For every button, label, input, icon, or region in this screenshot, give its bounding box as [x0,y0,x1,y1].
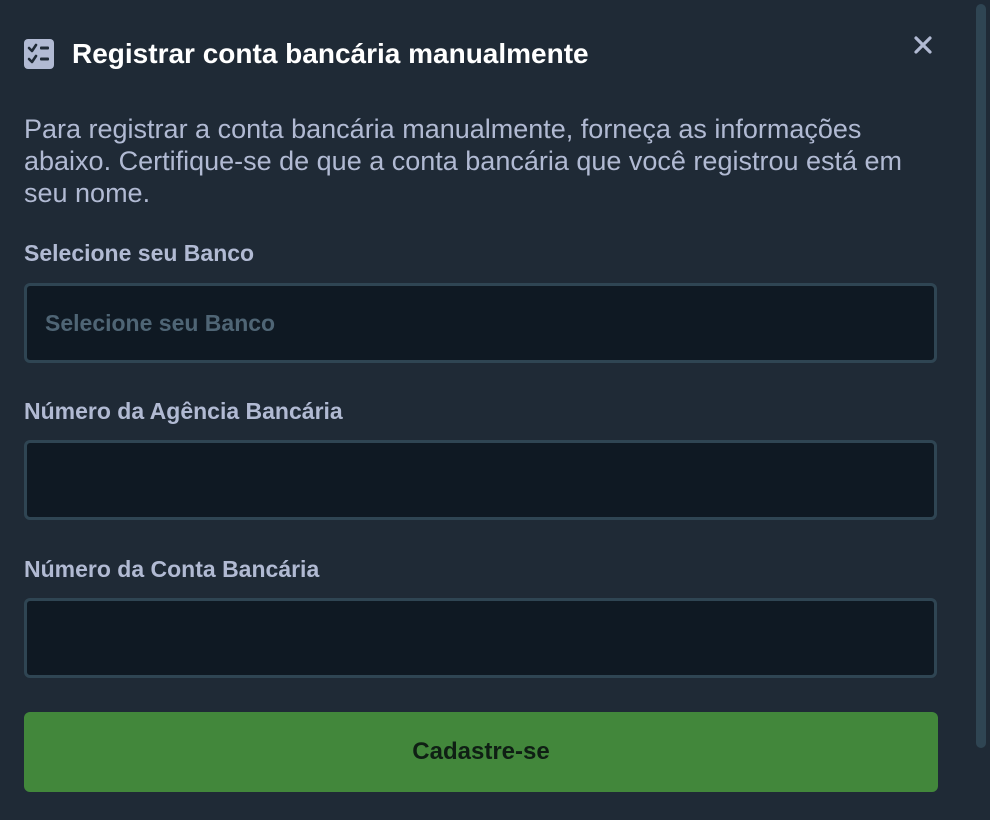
register-button-label: Cadastre-se [412,738,550,765]
checklist-icon [24,39,54,69]
modal-header: Registrar conta bancária manualmente [24,36,589,72]
account-number-input[interactable] [24,598,937,678]
register-bank-account-modal: Registrar conta bancária manualmente Par… [0,0,990,820]
bank-select[interactable]: Selecione seu Banco [24,283,937,363]
register-button[interactable]: Cadastre-se [24,712,938,792]
close-button[interactable] [910,34,936,60]
agency-number-input[interactable] [24,440,937,520]
agency-number-label: Número da Agência Bancária [24,398,343,424]
scrollbar[interactable] [976,4,986,748]
close-icon [913,35,933,60]
account-number-label: Número da Conta Bancária [24,556,320,582]
bank-select-placeholder: Selecione seu Banco [45,309,276,336]
modal-description: Para registrar a conta bancária manualme… [24,114,903,208]
bank-select-label: Selecione seu Banco [24,240,255,266]
modal-title: Registrar conta bancária manualmente [72,38,589,69]
